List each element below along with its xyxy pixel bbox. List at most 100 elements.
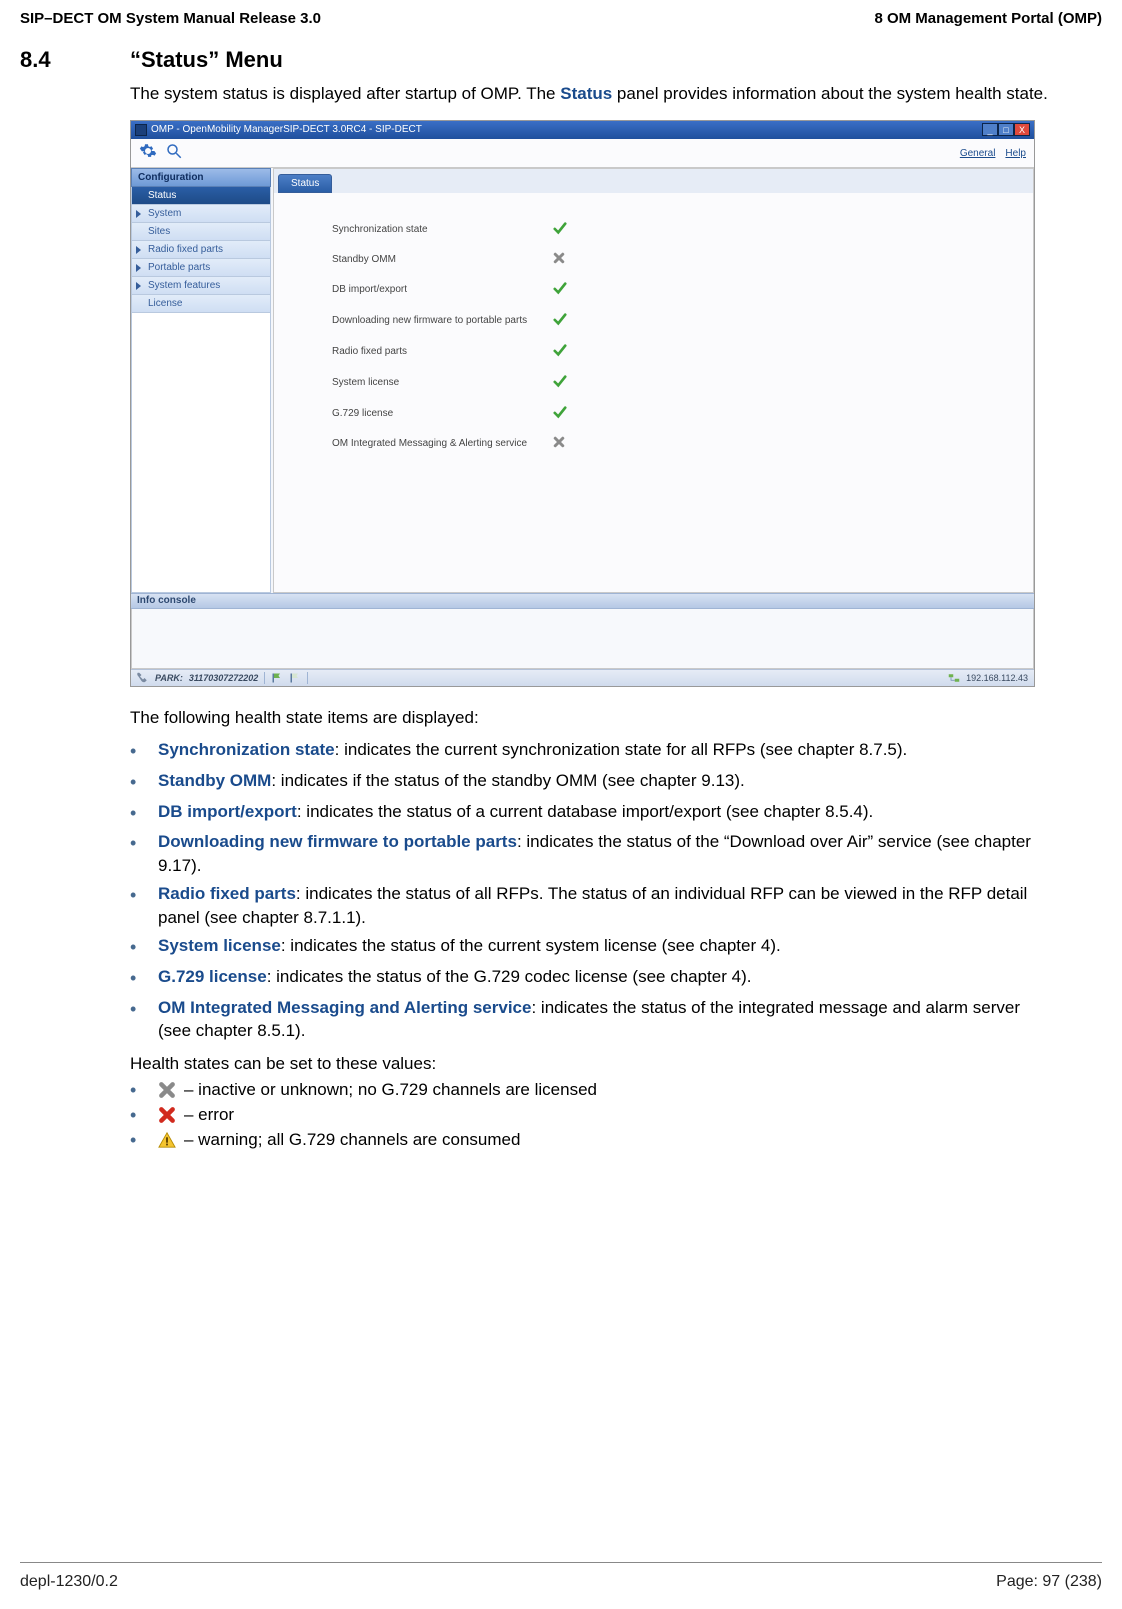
status-row-label: Radio fixed parts bbox=[332, 337, 551, 366]
sidebar-item-status[interactable]: Status bbox=[131, 187, 271, 205]
window-titlebar: OMP - OpenMobility ManagerSIP-DECT 3.0RC… bbox=[131, 121, 1034, 139]
sidebar-item-system-features[interactable]: System features bbox=[131, 277, 271, 295]
list-item-text: OM Integrated Messaging and Alerting ser… bbox=[158, 996, 1050, 1043]
park-label: PARK: bbox=[155, 673, 183, 683]
sidebar-item-license[interactable]: License bbox=[131, 295, 271, 313]
status-row: DB import/export bbox=[332, 275, 591, 304]
bullet-icon: • bbox=[130, 769, 158, 795]
sidebar-heading: Configuration bbox=[131, 168, 271, 187]
tab-row: Status bbox=[274, 169, 1033, 193]
sidebar-item-portable-parts[interactable]: Portable parts bbox=[131, 259, 271, 277]
values-intro: Health states can be set to these values… bbox=[130, 1053, 1050, 1076]
intro-post: panel provides information about the sys… bbox=[612, 84, 1048, 103]
following-line: The following health state items are dis… bbox=[130, 707, 1050, 730]
sidebar-blank bbox=[131, 313, 271, 593]
header-left: SIP–DECT OM System Manual Release 3.0 bbox=[20, 10, 321, 27]
list-item: •Downloading new firmware to portable pa… bbox=[130, 830, 1050, 877]
chevron-right-icon bbox=[136, 246, 141, 254]
sidebar-item-system[interactable]: System bbox=[131, 205, 271, 223]
bullet-icon: • bbox=[130, 1130, 158, 1151]
section-heading: 8.4 “Status” Menu bbox=[20, 47, 1102, 73]
list-item: •G.729 license: indicates the status of … bbox=[130, 965, 1050, 991]
app-body: Configuration Status System Sites Radio fix… bbox=[131, 168, 1034, 593]
sidebar-item-label: Sites bbox=[148, 226, 170, 237]
nav-help[interactable]: Help bbox=[1005, 148, 1026, 159]
network-icon bbox=[948, 672, 960, 684]
list-item-term: Standby OMM bbox=[158, 771, 271, 790]
list-item-term: OM Integrated Messaging and Alerting ser… bbox=[158, 998, 531, 1017]
status-row-label: G.729 license bbox=[332, 399, 551, 428]
section-title: “Status” Menu bbox=[130, 47, 283, 73]
list-item-term: Synchronization state bbox=[158, 740, 335, 759]
list-item-term: System license bbox=[158, 936, 281, 955]
minimize-button[interactable]: _ bbox=[982, 123, 998, 136]
list-item: •Radio fixed parts: indicates the status… bbox=[130, 882, 1050, 929]
check-ok-icon bbox=[553, 368, 591, 397]
x-red-icon bbox=[158, 1106, 182, 1124]
statusbar-sep1 bbox=[264, 672, 265, 684]
list-item: •Standby OMM: indicates if the status of… bbox=[130, 769, 1050, 795]
status-table: Synchronization stateStandby OMMDB impor… bbox=[330, 213, 593, 459]
value-text: – warning; all G.729 channels are consum… bbox=[184, 1130, 520, 1150]
sidebar-item-label: Status bbox=[148, 190, 176, 201]
sidebar-item-radio-fixed-parts[interactable]: Radio fixed parts bbox=[131, 241, 271, 259]
section-number: 8.4 bbox=[20, 47, 130, 73]
bullet-icon: • bbox=[130, 996, 158, 1043]
list-item-term: Downloading new firmware to portable par… bbox=[158, 832, 517, 851]
list-item-text: Downloading new firmware to portable par… bbox=[158, 830, 1050, 877]
status-row-label: Synchronization state bbox=[332, 215, 551, 244]
search-icon[interactable] bbox=[165, 142, 183, 165]
value-text: – inactive or unknown; no G.729 channels… bbox=[184, 1080, 597, 1100]
status-row: Downloading new firmware to portable par… bbox=[332, 306, 591, 335]
intro-paragraph: The system status is displayed after sta… bbox=[130, 83, 1050, 106]
maximize-button[interactable]: □ bbox=[998, 123, 1014, 136]
toolbar: General Help bbox=[131, 139, 1034, 168]
value-text: – error bbox=[184, 1105, 234, 1125]
bullet-icon: • bbox=[130, 882, 158, 929]
statusbar-sep2 bbox=[307, 672, 308, 684]
nav-general[interactable]: General bbox=[960, 148, 996, 159]
flag-ok-icon bbox=[271, 672, 283, 684]
values-list: • – inactive or unknown; no G.729 channe… bbox=[130, 1080, 1102, 1151]
x-grey-icon bbox=[553, 246, 591, 273]
x-grey-icon bbox=[158, 1081, 182, 1099]
sidebar-item-sites[interactable]: Sites bbox=[131, 223, 271, 241]
list-item-text: Standby OMM: indicates if the status of … bbox=[158, 769, 1050, 795]
health-items-list: •Synchronization state: indicates the cu… bbox=[130, 738, 1050, 1043]
sidebar-item-label: System features bbox=[148, 280, 220, 291]
intro-bold: Status bbox=[560, 84, 612, 103]
close-button[interactable]: X bbox=[1014, 123, 1030, 136]
check-ok-icon bbox=[553, 275, 591, 304]
list-item-text: G.729 license: indicates the status of t… bbox=[158, 965, 1050, 991]
tab-status[interactable]: Status bbox=[278, 174, 332, 193]
status-row: G.729 license bbox=[332, 399, 591, 428]
chevron-right-icon bbox=[136, 282, 141, 290]
status-row-label: OM Integrated Messaging & Alerting servi… bbox=[332, 430, 551, 457]
sidebar-item-label: Radio fixed parts bbox=[148, 244, 223, 255]
check-ok-icon bbox=[553, 215, 591, 244]
x-grey-icon bbox=[553, 430, 591, 457]
value-item: • – inactive or unknown; no G.729 channe… bbox=[130, 1080, 1102, 1101]
info-console-header[interactable]: Info console bbox=[131, 593, 1034, 609]
screenshot-figure: OMP - OpenMobility ManagerSIP-DECT 3.0RC… bbox=[130, 120, 1035, 687]
list-item-term: Radio fixed parts bbox=[158, 884, 296, 903]
warning-icon bbox=[158, 1131, 182, 1149]
sidebar-item-label: License bbox=[148, 298, 182, 309]
bullet-icon: • bbox=[130, 738, 158, 764]
value-item: • – warning; all G.729 channels are cons… bbox=[130, 1130, 1102, 1151]
bullet-icon: • bbox=[130, 934, 158, 960]
park-value: 31170307272202 bbox=[189, 673, 258, 683]
status-row-label: Standby OMM bbox=[332, 246, 551, 273]
intro-pre: The system status is displayed after sta… bbox=[130, 84, 560, 103]
bullet-icon: • bbox=[130, 830, 158, 877]
check-ok-icon bbox=[553, 337, 591, 366]
status-row: Standby OMM bbox=[332, 246, 591, 273]
main-pane: Status Synchronization stateStandby OMMD… bbox=[273, 168, 1034, 593]
bullet-icon: • bbox=[130, 1105, 158, 1126]
status-row: Synchronization state bbox=[332, 215, 591, 244]
app-icon bbox=[135, 124, 147, 136]
list-item: •DB import/export: indicates the status … bbox=[130, 800, 1050, 826]
gear-icon[interactable] bbox=[139, 142, 157, 165]
page-footer: depl-1230/0.2 Page: 97 (238) bbox=[20, 1562, 1102, 1591]
list-item-term: G.729 license bbox=[158, 967, 267, 986]
